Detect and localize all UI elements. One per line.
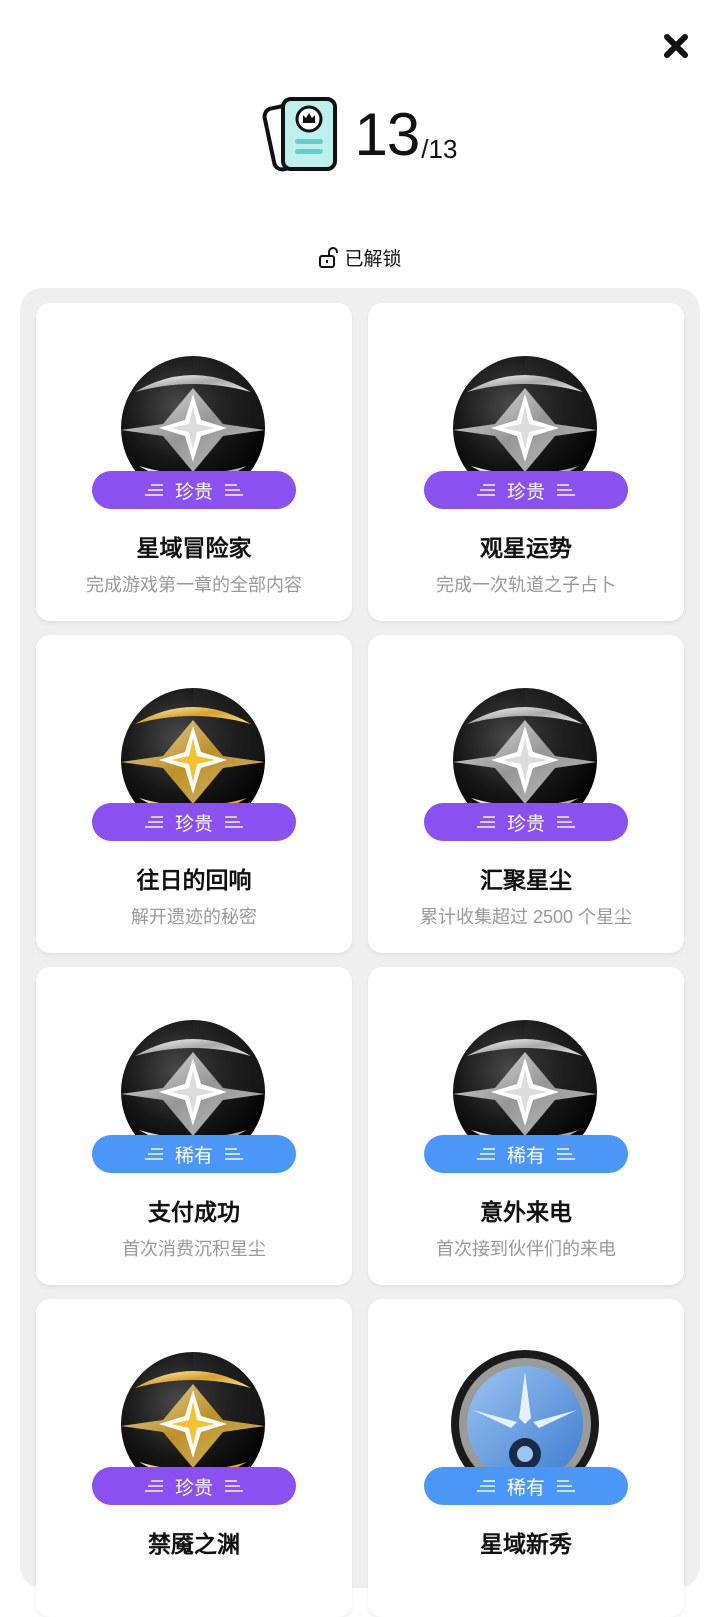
achievement-card[interactable]: 珍贵 禁魇之渊 xyxy=(36,1299,352,1617)
achievement-card[interactable]: 珍贵汇聚星尘累计收集超过 2500 个星尘 xyxy=(368,635,684,953)
rarity-bars-icon xyxy=(476,1480,495,1492)
rarity-tag: 稀有 xyxy=(424,1135,628,1173)
rarity-bars-icon xyxy=(476,484,495,496)
rarity-tag: 珍贵 xyxy=(424,803,628,841)
achievement-title: 支付成功 xyxy=(148,1199,240,1225)
rarity-label: 珍贵 xyxy=(174,813,213,835)
rarity-bars-icon xyxy=(144,816,163,828)
rarity-bars-icon xyxy=(144,1148,163,1160)
achievement-title: 星域新秀 xyxy=(480,1531,572,1557)
achievement-title: 汇聚星尘 xyxy=(480,867,572,893)
rarity-bars-icon xyxy=(225,816,243,828)
rarity-tag: 珍贵 xyxy=(92,803,296,841)
unlock-icon xyxy=(319,246,339,268)
rarity-bars-icon xyxy=(144,484,163,496)
unlocked-count: 13 xyxy=(354,101,421,168)
rarity-bars-icon xyxy=(225,1148,243,1160)
total-count: /13 xyxy=(421,133,458,164)
rarity-bars-icon xyxy=(225,484,243,496)
rarity-label: 珍贵 xyxy=(174,481,213,503)
rarity-label: 稀有 xyxy=(506,1145,545,1167)
rarity-label: 稀有 xyxy=(506,1477,545,1499)
achievement-title: 往日的回响 xyxy=(136,867,252,893)
rarity-label: 稀有 xyxy=(174,1145,213,1167)
achievement-card[interactable]: 珍贵星域冒险家完成游戏第一章的全部内容 xyxy=(36,303,352,621)
rarity-bars-icon xyxy=(476,1148,495,1160)
rarity-label: 珍贵 xyxy=(174,1477,213,1499)
rarity-bars-icon xyxy=(144,1480,163,1492)
achievement-title: 禁魇之渊 xyxy=(148,1531,240,1557)
rarity-label: 珍贵 xyxy=(506,481,545,503)
achievement-card[interactable]: 稀有支付成功首次消费沉积星尘 xyxy=(36,967,352,1285)
achievement-title: 观星运势 xyxy=(480,535,572,561)
achievement-description: 解开遗迹的秘密 xyxy=(131,907,257,927)
achievement-title: 星域冒险家 xyxy=(136,535,252,561)
rarity-bars-icon xyxy=(557,1480,575,1492)
achievement-card[interactable]: 珍贵往日的回响解开遗迹的秘密 xyxy=(36,635,352,953)
collection-header: 13 /13 xyxy=(0,90,720,180)
rarity-bars-icon xyxy=(557,1148,575,1160)
achievement-title: 意外来电 xyxy=(480,1199,572,1225)
close-icon xyxy=(664,34,688,58)
rarity-bars-icon xyxy=(557,484,575,496)
achievement-description: 完成一次轨道之子占卜 xyxy=(436,575,616,595)
unlocked-section-label: 已解锁 xyxy=(0,244,720,271)
rarity-bars-icon xyxy=(225,1480,243,1492)
close-button[interactable] xyxy=(658,28,694,64)
achievement-card[interactable]: 稀有意外来电首次接到伙伴们的来电 xyxy=(368,967,684,1285)
rarity-tag: 稀有 xyxy=(424,1467,628,1505)
rarity-label: 珍贵 xyxy=(506,813,545,835)
achievement-description: 完成游戏第一章的全部内容 xyxy=(86,575,302,595)
achievement-description: 累计收集超过 2500 个星尘 xyxy=(419,907,633,927)
achievement-description: 首次消费沉积星尘 xyxy=(122,1239,266,1259)
card-collection-icon xyxy=(262,97,337,172)
rarity-bars-icon xyxy=(557,816,575,828)
rarity-tag: 珍贵 xyxy=(92,1467,296,1505)
unlocked-label: 已解锁 xyxy=(344,249,402,270)
achievement-card[interactable]: 珍贵观星运势完成一次轨道之子占卜 xyxy=(368,303,684,621)
achievement-card[interactable]: 稀有 星域新秀 xyxy=(368,1299,684,1617)
rarity-tag: 珍贵 xyxy=(92,471,296,509)
rarity-tag: 稀有 xyxy=(92,1135,296,1173)
rarity-tag: 珍贵 xyxy=(424,471,628,509)
achievement-description: 首次接到伙伴们的来电 xyxy=(436,1239,616,1259)
rarity-bars-icon xyxy=(476,816,495,828)
